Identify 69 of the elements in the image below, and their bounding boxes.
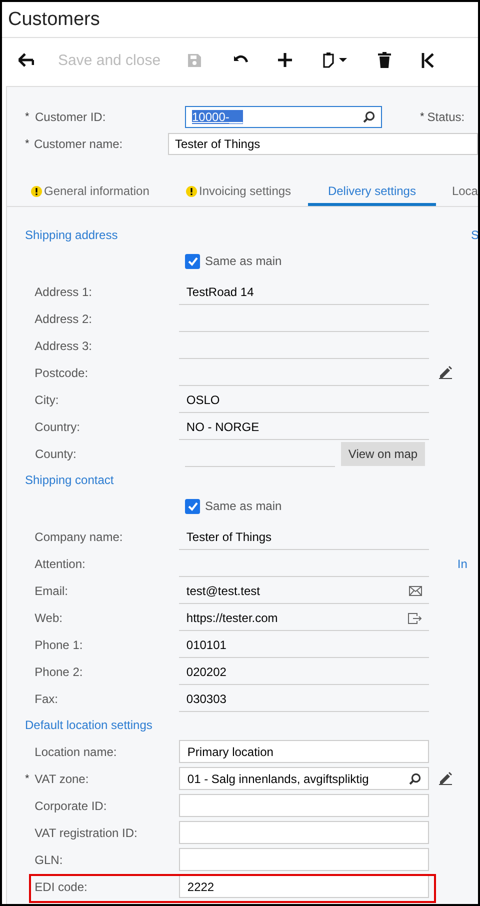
- field-label: Web:: [34, 610, 64, 624]
- required-mark: *: [420, 110, 424, 122]
- pencil-icon[interactable]: [439, 366, 452, 379]
- field-label: VAT registration ID:: [34, 826, 138, 840]
- open-link-icon[interactable]: [408, 612, 422, 624]
- input-field[interactable]: TestRoad 14: [179, 280, 430, 304]
- input-field[interactable]: 010101: [179, 634, 430, 658]
- input-field[interactable]: [179, 821, 430, 844]
- checkbox-label: Same as main: [205, 254, 282, 268]
- input-field[interactable]: Tester of Things: [179, 526, 430, 550]
- field-label: Country:: [34, 420, 82, 434]
- pencil-icon[interactable]: [439, 772, 452, 785]
- field-label: Location name:: [34, 744, 118, 758]
- input-field[interactable]: 01 - Salg innenlands, avgiftspliktig: [179, 767, 430, 790]
- tab[interactable]: Invoicing settings: [186, 179, 304, 206]
- section-heading: Shipping contact: [25, 473, 114, 487]
- field-label: Address 3:: [34, 338, 94, 352]
- section-heading: Default location settings: [25, 718, 152, 732]
- back-arrow-icon: [18, 53, 34, 67]
- field-label: Company name:: [34, 530, 124, 544]
- input-field[interactable]: https://tester.com: [179, 606, 430, 630]
- field-label: Postcode:: [34, 366, 90, 380]
- input-field[interactable]: OSLO: [179, 388, 430, 412]
- input-field[interactable]: [179, 848, 430, 871]
- input-field[interactable]: Primary location: [179, 740, 430, 763]
- input-field[interactable]: 020202: [179, 660, 430, 684]
- search-icon[interactable]: [409, 772, 422, 784]
- input-field[interactable]: 030303: [179, 688, 430, 712]
- section-heading: Shipping address: [25, 228, 118, 242]
- customer-id-field[interactable]: 10000-__: [185, 106, 382, 128]
- input-field[interactable]: NO - NORGE: [179, 416, 430, 440]
- tab[interactable]: Loca: [452, 179, 478, 206]
- field-label: Email:: [34, 584, 69, 598]
- field-label: VAT zone:: [34, 772, 90, 786]
- tab[interactable]: Delivery settings: [308, 179, 436, 206]
- field-label: Corporate ID:: [34, 798, 108, 812]
- field-label: County:: [35, 446, 78, 460]
- field-label: Phone 2:: [34, 664, 84, 678]
- section-heading: In: [457, 556, 468, 570]
- mail-icon[interactable]: [409, 586, 422, 596]
- customer-name-field[interactable]: Tester of Things: [168, 132, 478, 154]
- plus-icon: [278, 53, 292, 67]
- field-label: Address 2:: [34, 312, 94, 326]
- window-title: Customers: [8, 8, 100, 30]
- required-mark: *: [25, 772, 30, 784]
- view-on-map-button[interactable]: View on map: [341, 442, 425, 466]
- required-mark: *: [25, 110, 30, 122]
- input-field[interactable]: 2222: [179, 875, 430, 898]
- input-field[interactable]: test@test.test: [179, 580, 430, 604]
- search-icon[interactable]: [363, 110, 375, 122]
- clipboard-icon: [322, 52, 348, 68]
- checkbox-label: Same as main: [205, 499, 282, 513]
- checkbox[interactable]: [185, 254, 200, 268]
- field-label: Address 1:: [34, 284, 94, 298]
- field-label: Customer ID:: [35, 110, 107, 124]
- field-label: Fax:: [34, 692, 59, 706]
- field-label: City:: [34, 392, 60, 406]
- input-field[interactable]: [179, 794, 430, 817]
- required-mark: *: [25, 138, 30, 150]
- tab[interactable]: General information: [31, 179, 186, 206]
- field-label: EDI code:: [34, 880, 88, 894]
- field-label: GLN:: [34, 852, 64, 866]
- field-label: Attention:: [34, 556, 86, 570]
- field-label: Phone 1:: [34, 638, 84, 652]
- field-label: Status:: [427, 110, 465, 124]
- checkbox[interactable]: [185, 498, 200, 514]
- first-record-icon: [420, 52, 435, 68]
- trash-icon: [378, 52, 391, 68]
- field-label: Customer name:: [34, 136, 124, 150]
